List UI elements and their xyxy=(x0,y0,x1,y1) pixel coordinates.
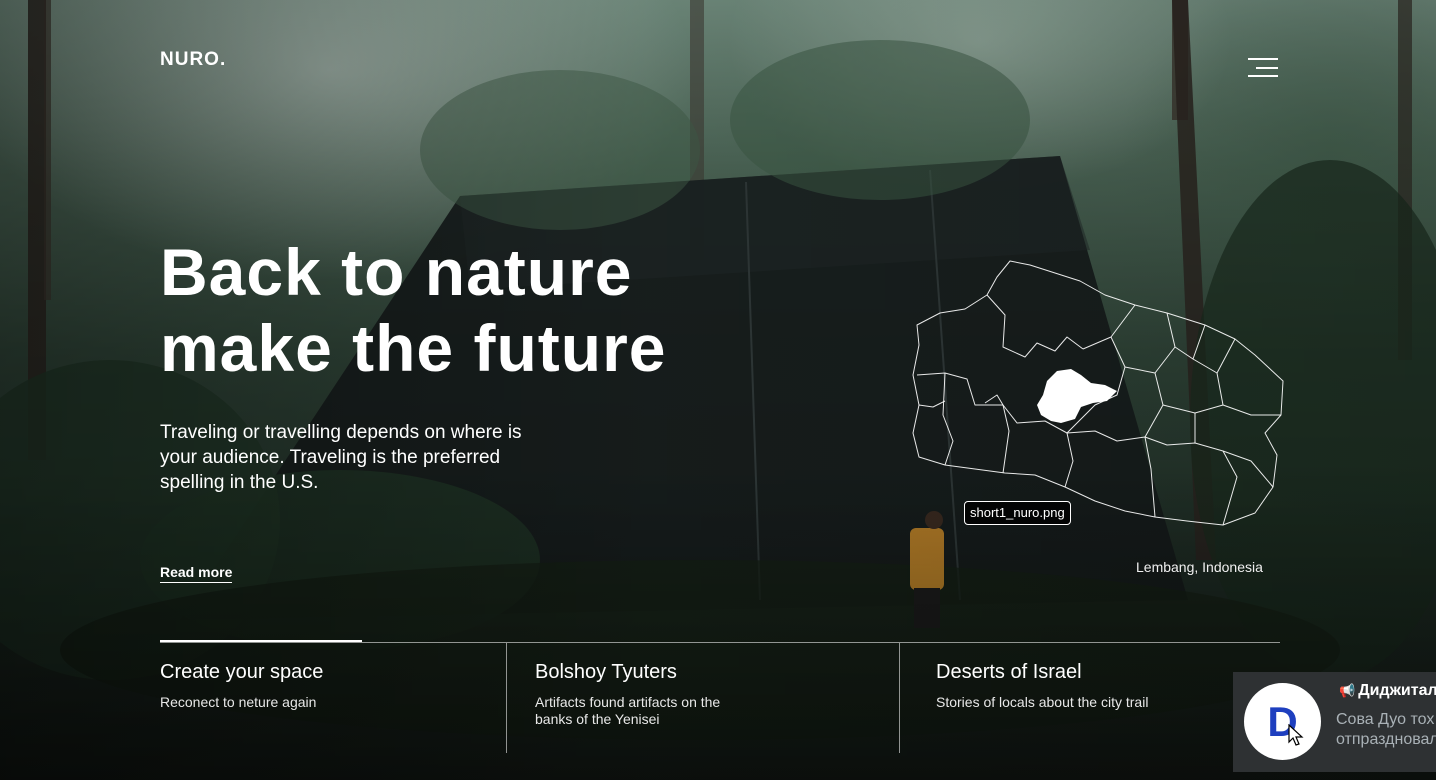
highlighted-region xyxy=(1037,369,1117,423)
notification-popup[interactable]: D 📢 Диджитал Сова Дуо тох отпраздновал xyxy=(1233,672,1436,772)
card-title: Create your space xyxy=(160,661,324,683)
region-map xyxy=(912,260,1284,526)
card-separator xyxy=(506,643,507,753)
card-text: Artifacts found artifacts on the banks o… xyxy=(535,694,721,727)
card-text: Stories of locals about the city trail xyxy=(936,694,1149,710)
brand-logo[interactable]: NURO. xyxy=(160,49,226,71)
card-title: Bolshoy Tyuters xyxy=(535,661,677,683)
headline-line-1: Back to nature xyxy=(160,235,633,309)
notification-body: Сова Дуо тох отпраздновал xyxy=(1336,710,1436,750)
headline-line-2: make the future xyxy=(160,311,667,385)
notification-body-line-1: Сова Дуо тох xyxy=(1336,711,1435,728)
hero-headline: Back to nature make the future xyxy=(160,234,666,386)
feature-card-2[interactable]: Bolshoy Tyuters Artifacts found artifact… xyxy=(535,660,745,728)
card-title: Deserts of Israel xyxy=(936,661,1082,683)
notification-title: 📢 Диджитал xyxy=(1339,682,1436,700)
notification-avatar: D xyxy=(1244,683,1321,760)
notification-body-line-2: отпраздновал xyxy=(1336,731,1436,748)
file-name-tooltip: short1_nuro.png xyxy=(964,501,1071,525)
feature-card-1[interactable]: Create your space Reconect to neture aga… xyxy=(160,660,490,711)
mouse-pointer-icon xyxy=(1288,724,1304,746)
cards-divider xyxy=(160,642,1280,643)
hamburger-menu-icon[interactable] xyxy=(1248,58,1282,80)
hero-intro-text: Traveling or travelling depends on where… xyxy=(160,422,522,493)
megaphone-icon: 📢 xyxy=(1339,683,1356,698)
notification-title-text: Диджитал xyxy=(1358,682,1436,699)
feature-card-3[interactable]: Deserts of Israel Stories of locals abou… xyxy=(936,660,1226,711)
location-label: Lembang, Indonesia xyxy=(1136,559,1263,575)
active-card-indicator xyxy=(160,640,362,642)
card-separator xyxy=(899,643,900,753)
card-text: Reconect to neture again xyxy=(160,694,317,710)
read-more-link[interactable]: Read more xyxy=(160,564,233,583)
